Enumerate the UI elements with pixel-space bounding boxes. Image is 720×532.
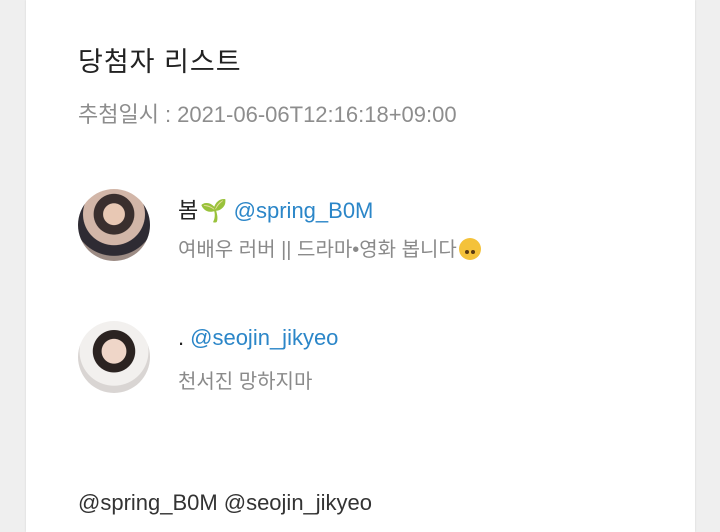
sprout-emoji: 🌱	[200, 198, 228, 223]
upside-down-face-icon	[458, 238, 481, 260]
draw-time-value: 2021-06-06T12:16:18+09:00	[177, 102, 457, 127]
mention-link[interactable]: @seojin_jikyeo	[224, 490, 372, 515]
winner-info: . @seojin_jikyeo 천서진 망하지마	[178, 325, 338, 394]
winner-name-line: . @seojin_jikyeo	[178, 325, 338, 355]
draw-time-label: 추첨일시	[78, 102, 159, 127]
mentions-line: @spring_B0M @seojin_jikyeo	[78, 490, 372, 516]
winner-handle-link[interactable]: @seojin_jikyeo	[190, 325, 338, 350]
avatar[interactable]	[78, 189, 150, 261]
winner-name: .	[178, 325, 185, 350]
mention-link[interactable]: @spring_B0M	[78, 490, 218, 515]
draw-time: 추첨일시:2021-06-06T12:16:18+09:00	[78, 97, 457, 129]
winner-handle-link[interactable]: @spring_B0M	[234, 198, 374, 223]
winner-bio: 여배우 러버 || 드라마•영화 봅니다	[178, 233, 481, 262]
draw-time-separator: :	[164, 102, 172, 127]
page-title: 당첨자 리스트	[78, 47, 242, 77]
winner-bio-text: 여배우 러버 || 드라마•영화 봅니다	[178, 239, 457, 261]
winner-name: 봄	[178, 198, 199, 223]
winner-name-line: 봄🌱 @spring_B0M	[178, 193, 481, 223]
winner-info: 봄🌱 @spring_B0M 여배우 러버 || 드라마•영화 봅니다	[178, 193, 481, 262]
avatar[interactable]	[78, 321, 150, 393]
winner-list-card: 당첨자 리스트 추첨일시:2021-06-06T12:16:18+09:00 봄…	[26, 0, 695, 532]
winner-bio-text: 천서진 망하지마	[178, 371, 313, 393]
winner-bio: 천서진 망하지마	[178, 365, 338, 394]
